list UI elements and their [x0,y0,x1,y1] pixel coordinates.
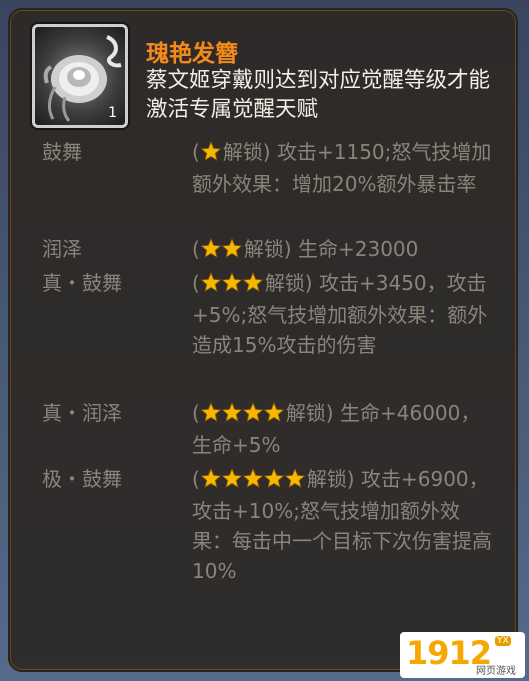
star-icon [200,140,222,161]
star-icon [200,401,222,422]
item-description: 蔡文姬穿戴则达到对应觉醒等级才能激活专属觉醒天赋 [146,68,491,122]
item-name: 瑰艳发簪 [146,41,238,67]
talent-name: 真・润泽 [42,401,122,425]
talent-name: 极・鼓舞 [42,467,122,491]
unlock-label: 解锁) [285,401,334,425]
star-icon [242,271,264,292]
star-rating [200,466,306,496]
talent-effect: (解锁) 攻击+1150;怒气技增加额外效果：增加20%额外暴击率 [192,139,492,196]
star-rating-svg [200,140,222,161]
talent-effect: (解锁) 生命+46000，生命+5% [192,400,481,457]
star-rating [200,270,264,300]
talent-effect: (解锁) 攻击+3450，攻击+5%;怒气技增加额外效果：额外造成15%攻击的伤… [192,270,488,357]
star-rating [200,236,243,266]
watermark-subtitle: 网页游戏 [476,666,516,677]
star-icon [200,237,222,258]
talent-name: 真・鼓舞 [42,271,122,295]
item-count: 1 [108,105,117,121]
star-icon [221,237,243,258]
talent-effect: (解锁) 生命+23000 [192,234,497,266]
star-rating-svg [200,467,306,488]
star-rating-svg [200,271,264,292]
site-watermark: 1912 YX 网页游戏 [400,632,525,678]
star-icon [200,271,222,292]
star-icon [221,401,243,422]
talent-effect-text: 生命+23000 [291,237,419,261]
star-rating [200,139,222,169]
star-rating [200,400,285,430]
talent-name: 鼓舞 [42,140,82,164]
star-icon [242,467,264,488]
talent-effect: (解锁) 攻击+6900，攻击+10%;怒气技增加额外效果：每击中一个目标下次伤… [192,466,492,583]
star-icon [221,467,243,488]
star-icon [221,271,243,292]
star-icon [263,467,285,488]
unlock-label: 解锁) [243,237,292,261]
star-rating-svg [200,237,243,258]
star-icon [242,401,264,422]
unlock-label: 解锁) [264,271,313,295]
unlock-label: 解锁) [222,140,271,164]
talent-name: 润泽 [42,237,82,261]
watermark-tag: YX [495,636,511,646]
star-icon [200,467,222,488]
star-icon [284,467,306,488]
star-icon [263,401,285,422]
star-rating-svg [200,401,285,422]
item-icon-frame[interactable]: 1 [32,24,128,128]
unlock-label: 解锁) [306,467,355,491]
